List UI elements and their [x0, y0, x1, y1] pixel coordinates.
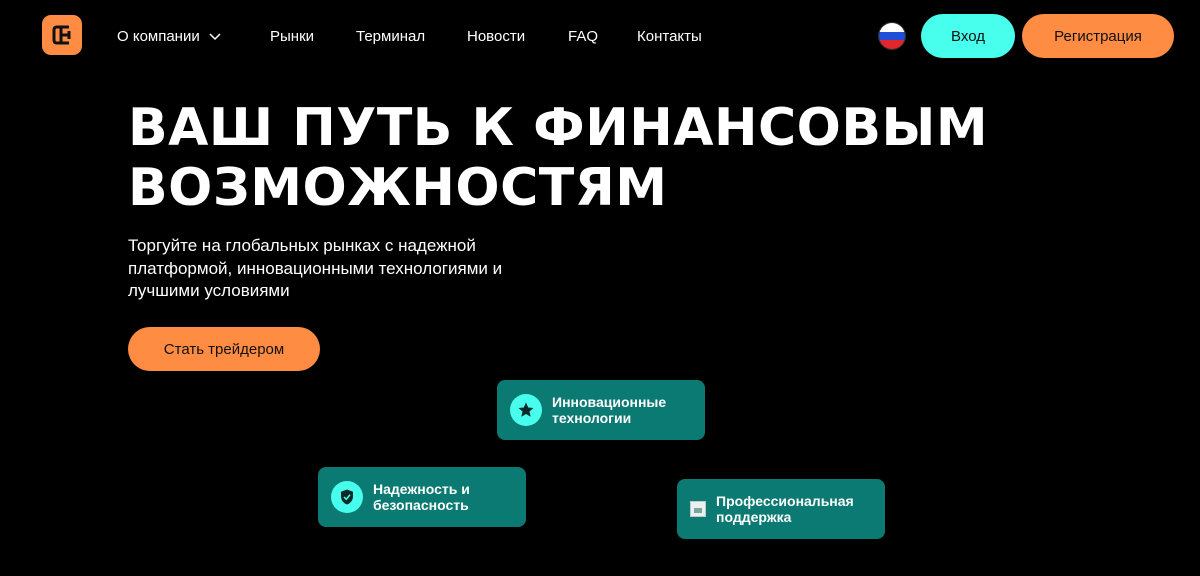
chevron-down-icon	[209, 28, 221, 45]
feature-card-support: Профессиональная поддержка	[677, 479, 885, 539]
brand-logo[interactable]	[42, 15, 82, 55]
nav-item-markets[interactable]: Рынки	[270, 26, 314, 46]
broken-image-icon	[690, 501, 706, 517]
ru-flag-icon[interactable]	[878, 22, 906, 50]
nav-item-label: О компании	[117, 27, 200, 45]
nav-item-contacts[interactable]: Контакты	[637, 26, 702, 46]
feature-card-security: Надежность и безопасность	[318, 467, 526, 527]
nav-item-label: Терминал	[356, 27, 426, 45]
login-button[interactable]: Вход	[921, 14, 1015, 58]
hero-title-line-1: ВАШ ПУТЬ К ФИНАНСОВЫМ	[128, 98, 989, 158]
site-header: О компании Рынки Терминал Новости FAQ Ко…	[0, 0, 1200, 72]
feature-label: Профессиональная поддержка	[716, 493, 854, 525]
nav-item-terminal[interactable]: Терминал	[356, 26, 425, 46]
nav-item-label: Новости	[467, 27, 526, 45]
become-trader-button[interactable]: Стать трейдером	[128, 327, 320, 371]
nav-item-company[interactable]: О компании	[117, 26, 221, 46]
star-icon	[510, 394, 542, 426]
nav-item-label: Рынки	[270, 27, 315, 45]
hero-title: ВАШ ПУТЬ К ФИНАНСОВЫМ ВОЗМОЖНОСТЯМ	[128, 98, 1088, 218]
hero-title-line-2: ВОЗМОЖНОСТЯМ	[128, 158, 668, 218]
shield-check-icon	[331, 481, 363, 513]
nav-item-label: FAQ	[568, 27, 599, 45]
feature-label: Инновационные технологии	[552, 394, 667, 426]
feature-card-innovation: Инновационные технологии	[497, 380, 705, 440]
nav-item-faq[interactable]: FAQ	[568, 26, 598, 46]
nav-item-news[interactable]: Новости	[467, 26, 525, 46]
nav-item-label: Контакты	[637, 27, 702, 45]
brand-logo-icon	[52, 25, 71, 45]
hero-subtitle: Торгуйте на глобальных рынках с надежной…	[128, 236, 503, 300]
register-button[interactable]: Регистрация	[1022, 14, 1174, 58]
feature-label: Надежность и безопасность	[373, 481, 470, 513]
